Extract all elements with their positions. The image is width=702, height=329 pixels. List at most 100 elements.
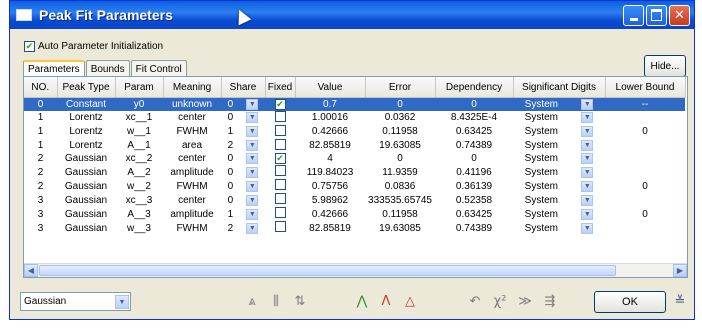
- expand-chevron-icon[interactable]: ≚: [670, 291, 690, 311]
- share-dropdown-icon[interactable]: ▼: [246, 140, 259, 151]
- cell-share[interactable]: 1 ▼: [221, 207, 265, 221]
- cell-significant-digits[interactable]: System ▼: [513, 111, 605, 125]
- close-button[interactable]: ✕: [669, 4, 690, 26]
- cell-fixed[interactable]: [265, 165, 295, 179]
- cell-no[interactable]: 1: [24, 111, 57, 125]
- cell-meaning[interactable]: FWHM: [163, 125, 221, 139]
- cell-value[interactable]: 0.75756: [295, 179, 365, 193]
- horizontal-scrollbar[interactable]: ◀ ▶: [24, 263, 687, 277]
- table-row[interactable]: 3 Gaussian xc__3 center 0 ▼ 5.98962 333535.6574…: [24, 193, 685, 207]
- cell-fixed[interactable]: [265, 110, 295, 125]
- table-row[interactable]: 3 Gaussian w__3 FWHM 2 ▼ 82.85819 19.63085 0.743…: [24, 221, 685, 235]
- cell-no[interactable]: 1: [24, 125, 57, 139]
- col-header-peak-type[interactable]: Peak Type: [57, 77, 116, 98]
- cell-dependency[interactable]: 0.63425: [435, 125, 513, 139]
- table-row[interactable]: 0Constanty0unknown0▼0.700System▼--: [24, 97, 685, 111]
- share-dropdown-icon[interactable]: ▼: [246, 180, 259, 192]
- fixed-checkbox[interactable]: [274, 165, 286, 176]
- sig-digits-dropdown-icon[interactable]: ▼: [581, 153, 594, 165]
- cell-no[interactable]: 3: [24, 193, 57, 207]
- sig-digits-dropdown-icon[interactable]: ▼: [581, 126, 594, 137]
- sig-digits-dropdown-icon[interactable]: ▼: [581, 222, 594, 234]
- cell-error[interactable]: 333535.65745: [365, 193, 435, 207]
- cell-peak-type[interactable]: Gaussian: [57, 207, 115, 221]
- cell-share[interactable]: 0 ▼: [221, 179, 265, 193]
- cell-lower-bound[interactable]: [605, 165, 685, 179]
- cell-share[interactable]: 2 ▼: [221, 221, 265, 235]
- cell-lower-bound[interactable]: --: [605, 97, 685, 111]
- cell-param[interactable]: xc__2: [115, 153, 163, 166]
- cell-peak-type[interactable]: Lorentz: [57, 111, 115, 125]
- cell-param[interactable]: xc__3: [115, 193, 163, 207]
- col-header-fixed[interactable]: Fixed: [265, 77, 296, 98]
- cell-peak-type[interactable]: Lorentz: [57, 125, 115, 139]
- undo-icon[interactable]: ↶: [465, 291, 485, 311]
- cell-fixed[interactable]: [265, 124, 295, 139]
- cell-meaning[interactable]: center: [163, 111, 221, 125]
- auto-param-option[interactable]: Auto Parameter Initialization: [24, 41, 163, 52]
- cell-meaning[interactable]: FWHM: [163, 179, 221, 193]
- cell-fixed[interactable]: [265, 153, 295, 166]
- remove-peak-icon[interactable]: △: [400, 291, 420, 311]
- cell-share[interactable]: 0 ▼: [221, 165, 265, 179]
- col-header-dependency[interactable]: Dependency: [435, 77, 514, 98]
- chevron-down-icon[interactable]: ▼: [115, 295, 129, 309]
- sig-digits-dropdown-icon[interactable]: ▼: [581, 180, 594, 192]
- cell-error[interactable]: 0.0836: [365, 179, 435, 193]
- table-row[interactable]: 2Gaussianxc__2center0▼400System▼: [24, 153, 685, 166]
- col-header-meaning[interactable]: Meaning: [163, 77, 222, 98]
- cell-no[interactable]: 2: [24, 165, 57, 179]
- cell-peak-type[interactable]: Gaussian: [57, 221, 115, 235]
- cell-significant-digits[interactable]: System ▼: [513, 139, 605, 153]
- sig-digits-dropdown-icon[interactable]: ▼: [581, 166, 594, 178]
- fixed-checkbox[interactable]: [274, 138, 286, 150]
- cell-param[interactable]: A__1: [115, 139, 163, 153]
- cell-fixed[interactable]: [265, 179, 295, 193]
- cell-share[interactable]: 2 ▼: [221, 139, 265, 153]
- cell-meaning[interactable]: FWHM: [163, 221, 221, 235]
- cell-error[interactable]: 11.9359: [365, 165, 435, 179]
- cell-lower-bound[interactable]: 0: [605, 179, 685, 193]
- cell-no[interactable]: 2: [24, 179, 57, 193]
- col-header-param[interactable]: Param: [115, 77, 164, 98]
- cell-significant-digits[interactable]: System ▼: [513, 125, 605, 139]
- param-lock-icon[interactable]: ⫼: [266, 291, 286, 311]
- cell-significant-digits[interactable]: System ▼: [513, 221, 605, 235]
- fixed-checkbox[interactable]: [274, 193, 286, 204]
- cell-param[interactable]: A__2: [115, 165, 163, 179]
- ok-button[interactable]: OK: [594, 291, 666, 313]
- cell-share[interactable]: 0 ▼: [221, 111, 265, 125]
- cell-no[interactable]: 3: [24, 221, 57, 235]
- cell-meaning[interactable]: center: [163, 153, 221, 166]
- cell-error[interactable]: 0: [365, 153, 435, 166]
- cell-fixed[interactable]: [265, 221, 295, 235]
- cell-error[interactable]: 0.0362: [365, 111, 435, 125]
- cell-value[interactable]: 119.84023: [295, 165, 365, 179]
- cell-error[interactable]: 0.11958: [365, 207, 435, 221]
- share-dropdown-icon[interactable]: ▼: [246, 126, 259, 137]
- share-dropdown-icon[interactable]: ▼: [246, 194, 259, 206]
- fixed-checkbox[interactable]: [274, 98, 286, 110]
- cell-lower-bound[interactable]: 0: [605, 207, 685, 221]
- title-bar[interactable]: Peak Fit Parameters ✕: [10, 1, 694, 29]
- cell-param[interactable]: w__2: [115, 179, 163, 193]
- minimize-button[interactable]: [623, 4, 644, 26]
- cell-significant-digits[interactable]: System ▼: [513, 193, 605, 207]
- table-row[interactable]: 1 Lorentz A__1 area 2 ▼ 82.85819 19.63085 0.7438…: [24, 138, 685, 153]
- sig-digits-dropdown-icon[interactable]: ▼: [581, 194, 594, 206]
- cell-meaning[interactable]: center: [163, 193, 221, 207]
- cell-param[interactable]: w__3: [115, 221, 163, 235]
- fixed-checkbox[interactable]: [274, 207, 286, 218]
- cell-fixed[interactable]: [265, 97, 295, 111]
- cell-error[interactable]: 19.63085: [365, 221, 435, 235]
- cell-fixed[interactable]: [265, 207, 295, 221]
- param-swap-icon[interactable]: ⇅: [290, 291, 310, 311]
- cell-no[interactable]: 2: [24, 153, 57, 166]
- cell-dependency[interactable]: 0.36139: [435, 179, 513, 193]
- cell-dependency[interactable]: 0: [435, 97, 513, 111]
- cell-significant-digits[interactable]: System ▼: [513, 153, 605, 166]
- cell-peak-type[interactable]: Gaussian: [57, 153, 115, 166]
- fit-until-converged-icon[interactable]: ⇶: [540, 291, 560, 311]
- cell-value[interactable]: 4: [295, 153, 365, 166]
- cell-param[interactable]: w__1: [115, 125, 163, 139]
